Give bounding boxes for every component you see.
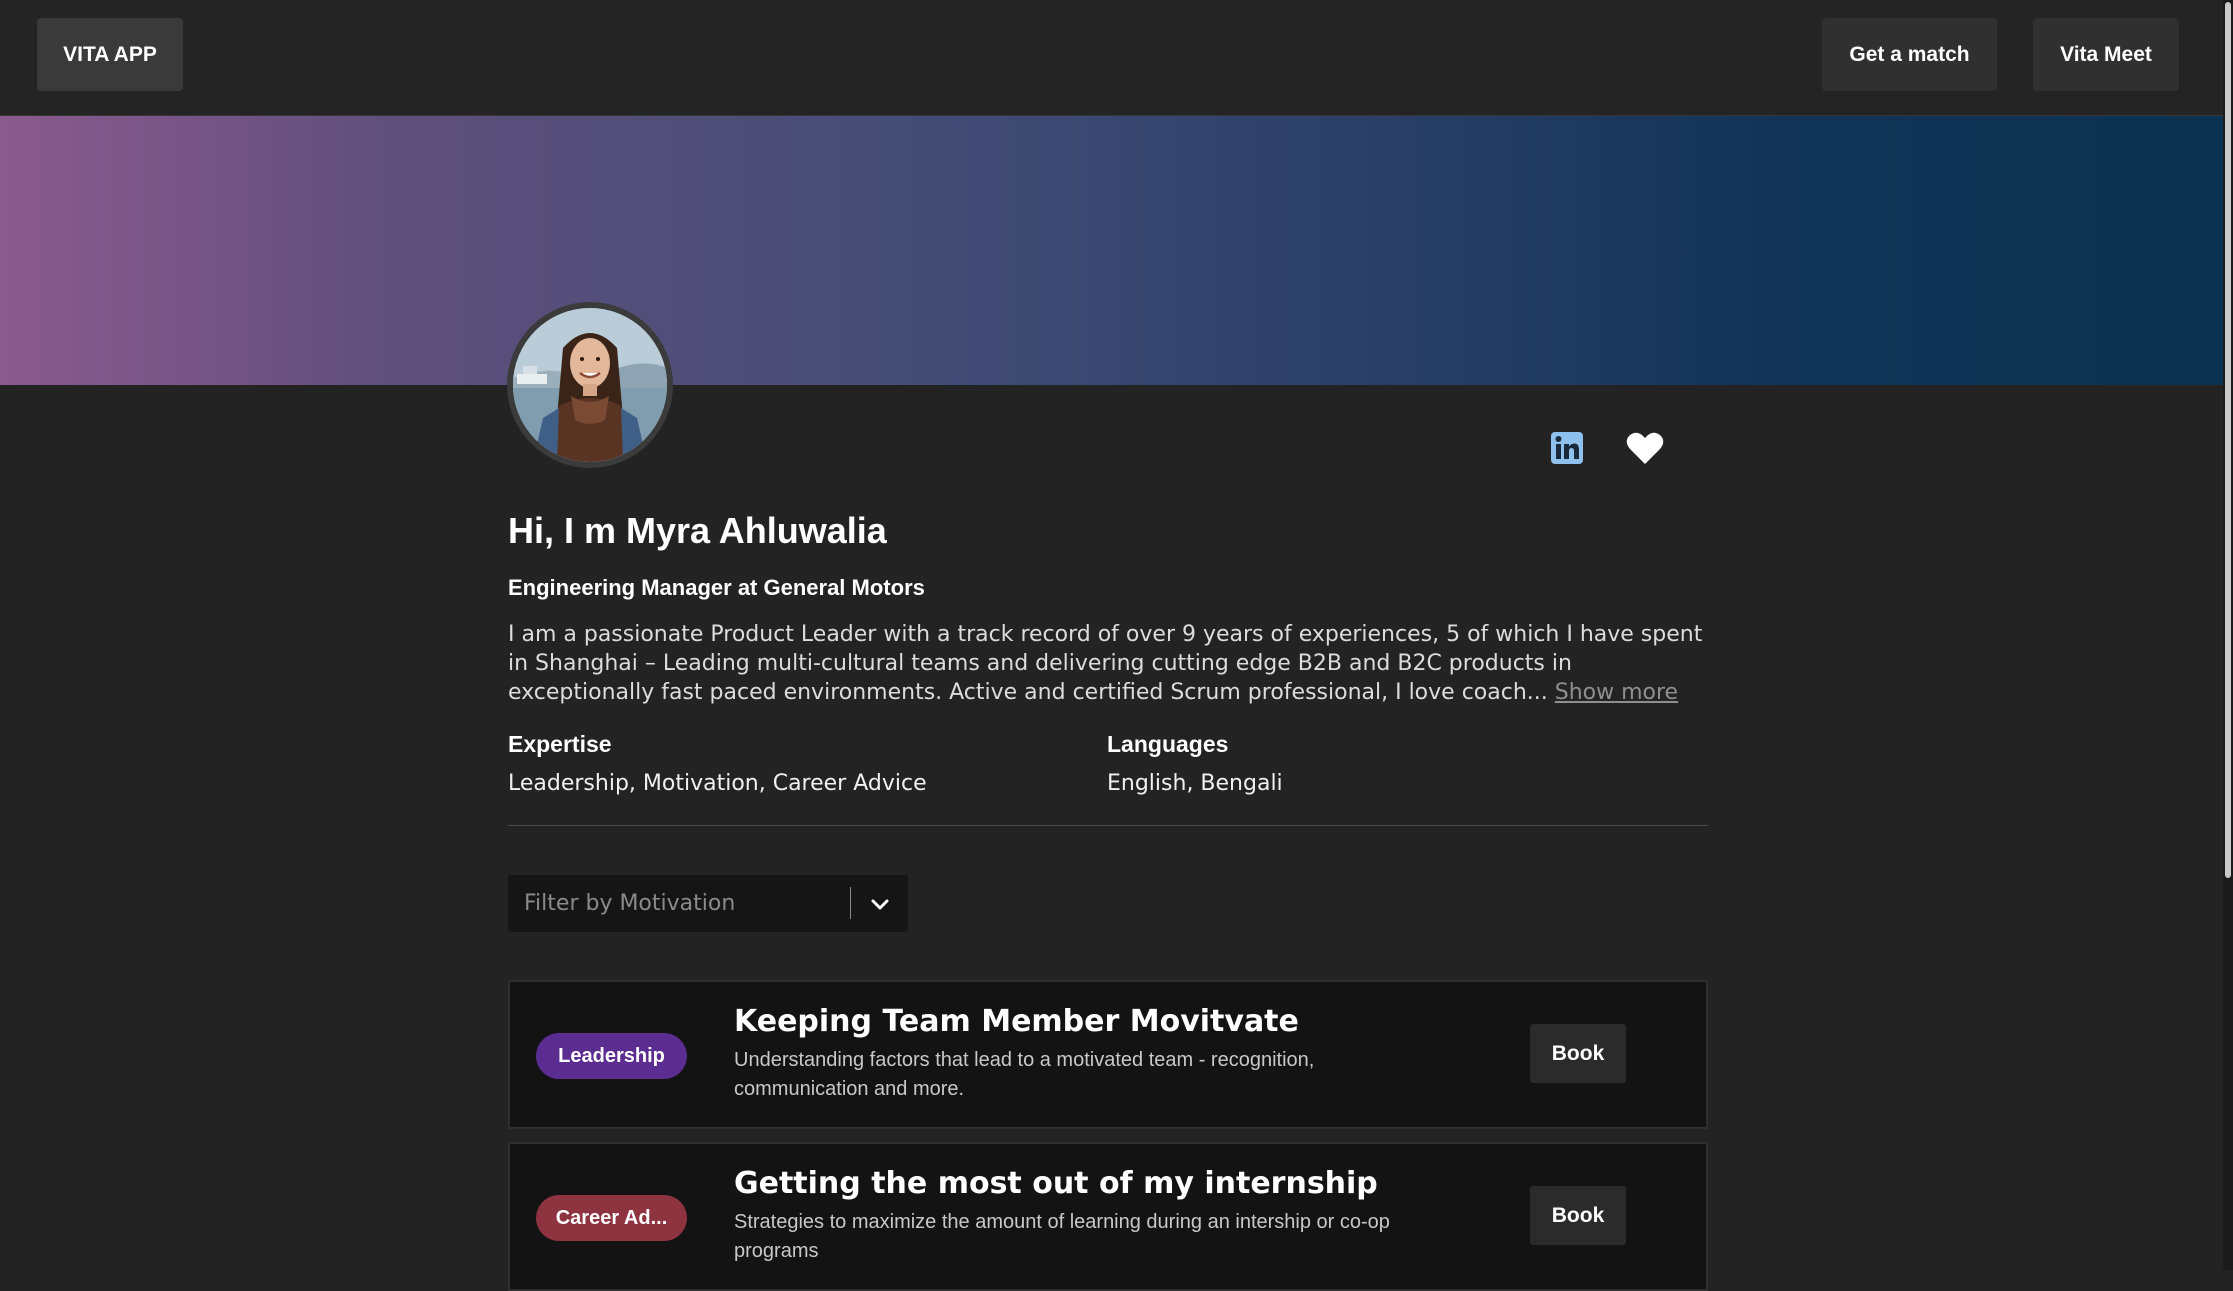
session-description: Understanding factors that lead to a mot…	[734, 1049, 1315, 1100]
expertise-value: Leadership, Motivation, Career Advice	[508, 771, 927, 796]
book-button[interactable]: Book	[1530, 1024, 1626, 1083]
languages-value: English, Bengali	[1107, 771, 1283, 796]
linkedin-icon[interactable]	[1547, 428, 1587, 468]
session-card: Career Ad... Getting the most out of my …	[508, 1142, 1708, 1291]
expertise-label: Expertise	[508, 731, 612, 757]
avatar-photo	[513, 308, 667, 462]
scrollbar-thumb[interactable]	[2225, 2, 2231, 878]
session-title: Keeping Team Member Movitvate	[734, 1004, 1299, 1039]
filter-separator	[850, 887, 851, 919]
section-divider	[508, 825, 1708, 826]
session-description: Strategies to maximize the amount of lea…	[734, 1211, 1390, 1262]
book-button[interactable]: Book	[1530, 1186, 1626, 1245]
top-navbar: VITA APP Get a match Vita Meet	[0, 0, 2233, 116]
brand-button[interactable]: VITA APP	[37, 18, 183, 91]
chevron-down-icon[interactable]	[868, 892, 892, 916]
avatar	[507, 302, 673, 468]
bio-text: I am a passionate Product Leader with a …	[508, 622, 1703, 705]
show-more-link[interactable]: Show more	[1555, 680, 1678, 705]
session-tag: Career Ad...	[536, 1195, 687, 1241]
filter-placeholder: Filter by Motivation	[524, 891, 736, 916]
languages-label: Languages	[1107, 731, 1229, 757]
session-title: Getting the most out of my internship	[734, 1166, 1378, 1201]
session-card: Leadership Keeping Team Member Movitvate…	[508, 980, 1708, 1129]
motivation-filter-select[interactable]: Filter by Motivation	[508, 875, 908, 932]
avatar-portrait	[513, 308, 667, 462]
bio-paragraph: I am a passionate Product Leader with a …	[508, 620, 1713, 707]
profile-name-heading: Hi, I m Myra Ahluwalia	[508, 510, 887, 551]
get-a-match-button[interactable]: Get a match	[1822, 18, 1997, 91]
profile-banner	[0, 116, 2223, 385]
page-scrollbar[interactable]	[2223, 0, 2233, 1270]
vita-meet-button[interactable]: Vita Meet	[2033, 18, 2179, 91]
session-tag: Leadership	[536, 1033, 687, 1079]
heart-icon[interactable]	[1625, 428, 1665, 468]
job-title: Engineering Manager at General Motors	[508, 575, 925, 600]
